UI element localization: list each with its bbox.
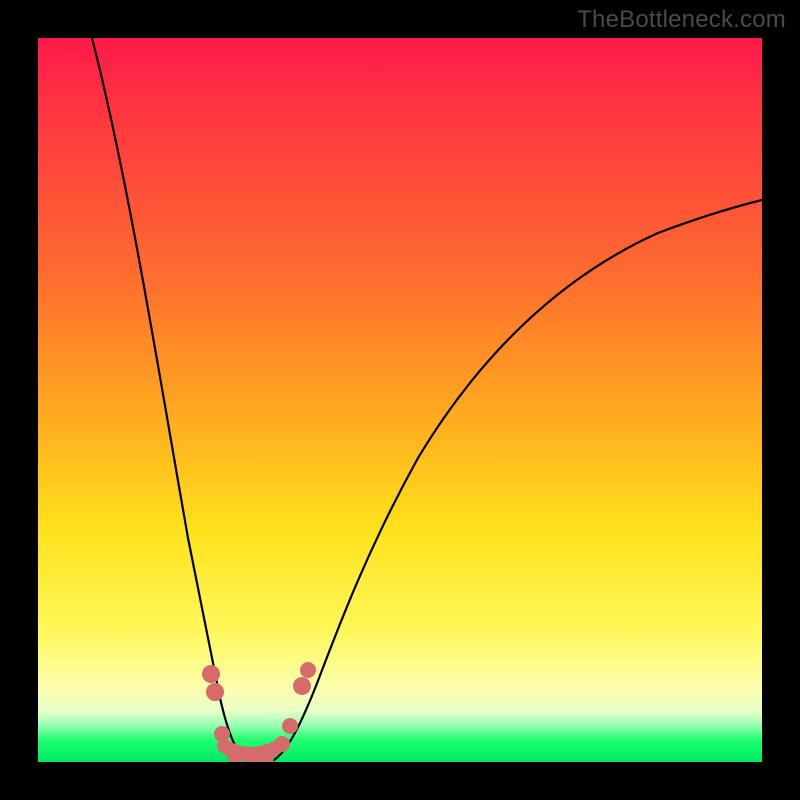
marker-dot bbox=[206, 683, 224, 701]
curve-left-branch bbox=[92, 38, 248, 760]
marker-dot bbox=[202, 665, 220, 683]
marker-dot bbox=[214, 726, 230, 742]
chart-plot-area bbox=[38, 38, 762, 762]
marker-dot bbox=[274, 736, 290, 752]
marker-dot bbox=[282, 718, 298, 734]
bottleneck-curve-svg bbox=[38, 38, 762, 762]
curve-right-branch bbox=[274, 200, 762, 760]
watermark-text: TheBottleneck.com bbox=[577, 6, 786, 34]
marker-dot bbox=[300, 662, 316, 678]
marker-dot bbox=[293, 677, 311, 695]
